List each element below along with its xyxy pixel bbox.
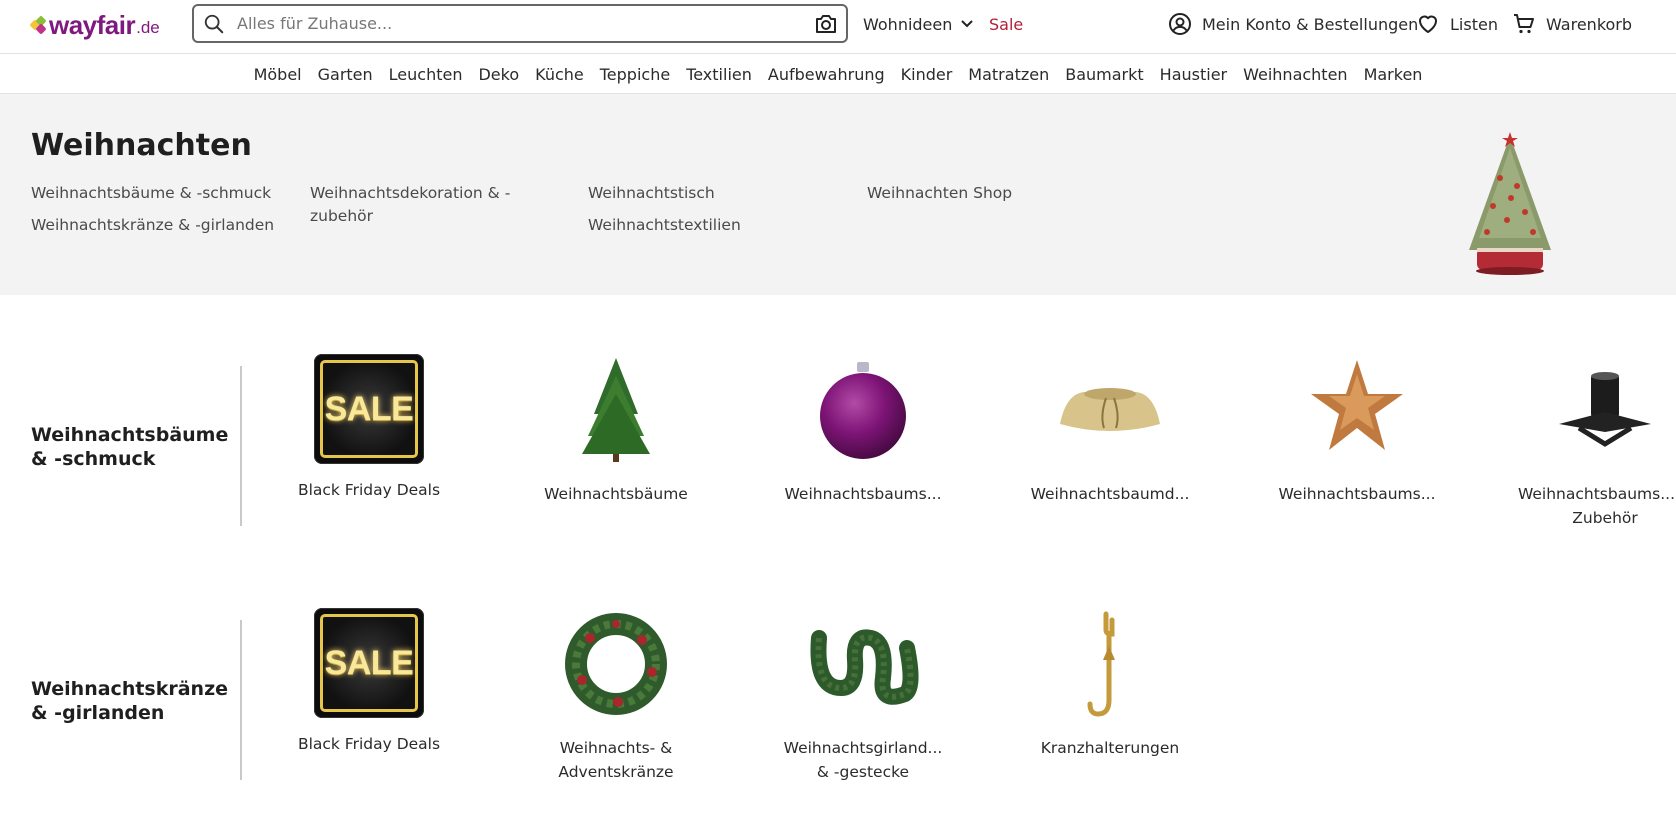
sale-badge-text: SALE [324,389,414,428]
cart-link[interactable]: Warenkorb [1512,12,1632,36]
logo-tld: .de [136,18,160,37]
category-tile[interactable]: Weihnachtsbaums... [763,354,963,506]
garland-icon [810,629,919,705]
category-tile[interactable]: SALE Black Friday Deals [269,354,469,502]
nav-item-marken[interactable]: Marken [1356,65,1431,84]
category-tile[interactable]: Weihnachts- & Adventskränze [516,608,716,784]
section-title: Weihnachtsbäume & -schmuck [31,424,229,470]
search-input[interactable] [225,14,814,33]
sale-badge-image: SALE [314,354,424,464]
tile-label: Weihnachtsbaums... [784,485,942,503]
hero-link[interactable]: Weihnachtsdekoration & -zubehör [310,182,525,228]
category-tile[interactable]: Weihnachtsbäume [516,354,716,506]
hero-links-col-1: Weihnachtsbäume & -schmuck Weihnachtskrä… [31,182,291,246]
nav-item-textilien[interactable]: Textilien [678,65,760,84]
hero-link[interactable]: Weihnachtstisch [588,182,848,205]
category-tile[interactable]: Weihnachtsbaumd... [1010,354,1210,506]
nav-item-kinder[interactable]: Kinder [893,65,961,84]
tile-label: Black Friday Deals [297,481,441,499]
tile-label: Kranzhalterungen [1040,739,1180,757]
wreath-icon [565,613,667,715]
category-tile[interactable]: SALE Black Friday Deals [269,608,469,756]
hero-links-col-3: Weihnachtstisch Weihnachtstextilien [588,182,848,246]
nav-item-leuchten[interactable]: Leuchten [381,65,471,84]
hero-link[interactable]: Weihnachtstextilien [588,214,848,237]
nav-item-moebel[interactable]: Möbel [246,65,310,84]
category-nav: Möbel Garten Leuchten Deko Küche Teppich… [0,55,1676,94]
search-icon[interactable] [203,13,225,35]
lists-label: Listen [1450,14,1498,34]
lists-link[interactable]: Listen [1416,12,1498,36]
section-title: Weihnachtskränze & -girlanden [31,678,229,724]
category-hero: Weihnachten Weihnachtsbäume & -schmuck W… [0,94,1676,295]
category-tile[interactable]: Weihnachtsbaums... & Zubehör [1505,354,1676,530]
section-divider [240,620,242,780]
star-topper-icon [1311,360,1403,450]
account-icon [1169,13,1191,35]
nav-item-weihnachten[interactable]: Weihnachten [1235,65,1355,84]
account-label: Mein Konto & Bestellungen [1202,14,1419,34]
ceramic-tree-image [1469,132,1551,275]
sale-link[interactable]: Sale [989,12,1023,36]
category-tile[interactable]: Kranzhalterungen [1010,608,1210,760]
page-title: Weihnachten [31,128,252,163]
category-tile[interactable]: Weihnachtsbaums... [1257,354,1457,506]
hero-link[interactable]: Weihnachtsbäume & -schmuck [31,182,291,205]
tile-label: Black Friday Deals [297,735,441,753]
tile-label: Weihnachts- & Adventskränze [558,739,674,781]
cart-label: Warenkorb [1546,14,1633,34]
nav-item-deko[interactable]: Deko [470,65,527,84]
camera-icon[interactable] [814,12,838,36]
heart-icon [1419,15,1437,33]
ornament-ball-icon [820,362,906,459]
logo-text: wayfair [49,9,136,40]
logo-mark-icon [29,15,47,35]
sale-badge-text: SALE [324,643,414,682]
nav-item-garten[interactable]: Garten [310,65,381,84]
chevron-down-icon [961,20,974,28]
hero-links-col-4: Weihnachten Shop [867,182,1127,214]
nav-item-haustier[interactable]: Haustier [1152,65,1235,84]
wayfair-logo[interactable]: wayfair .de [29,9,160,40]
tree-skirt-icon [1060,388,1160,431]
nav-item-teppiche[interactable]: Teppiche [592,65,678,84]
cart-icon [1514,14,1534,34]
wreath-hanger-icon [1087,611,1115,717]
tile-label: Weihnachtsbaums... & Zubehör [1517,485,1676,527]
nav-item-matratzen[interactable]: Matratzen [960,65,1057,84]
wohnideen-menu[interactable]: Wohnideen [863,12,974,36]
tree-stand-icon [1559,372,1651,447]
hero-link[interactable]: Weihnachten Shop [867,182,1127,205]
tile-label: Weihnachtsbaums... [1278,485,1436,503]
sale-badge-image: SALE [314,608,424,718]
category-tile[interactable]: Weihnachtsgirland... & -gestecke [763,608,963,784]
search-bar [192,4,848,43]
tile-label: Weihnachtsbaumd... [1030,485,1190,503]
tile-label: Weihnachtsbäume [544,485,688,503]
nav-item-aufbewahrung[interactable]: Aufbewahrung [760,65,893,84]
christmas-tree-icon [582,358,650,462]
section-baeume-schmuck: Weihnachtsbäume & -schmuck SALE Black Fr… [0,346,1676,546]
hero-links-col-2: Weihnachtsdekoration & -zubehör [310,182,525,237]
section-kraenze-girlanden: Weihnachtskränze & -girlanden SALE Black… [0,600,1676,800]
account-link[interactable]: Mein Konto & Bestellungen [1168,12,1418,36]
section-divider [240,366,242,526]
tile-label: Weihnachtsgirland... & -gestecke [783,739,943,781]
nav-item-kueche[interactable]: Küche [527,65,592,84]
site-header: wayfair .de Wohnideen Sale Mein Konto & … [0,0,1676,54]
hero-link[interactable]: Weihnachtskränze & -girlanden [31,214,291,237]
wohnideen-label: Wohnideen [863,14,953,34]
nav-item-baumarkt[interactable]: Baumarkt [1057,65,1151,84]
